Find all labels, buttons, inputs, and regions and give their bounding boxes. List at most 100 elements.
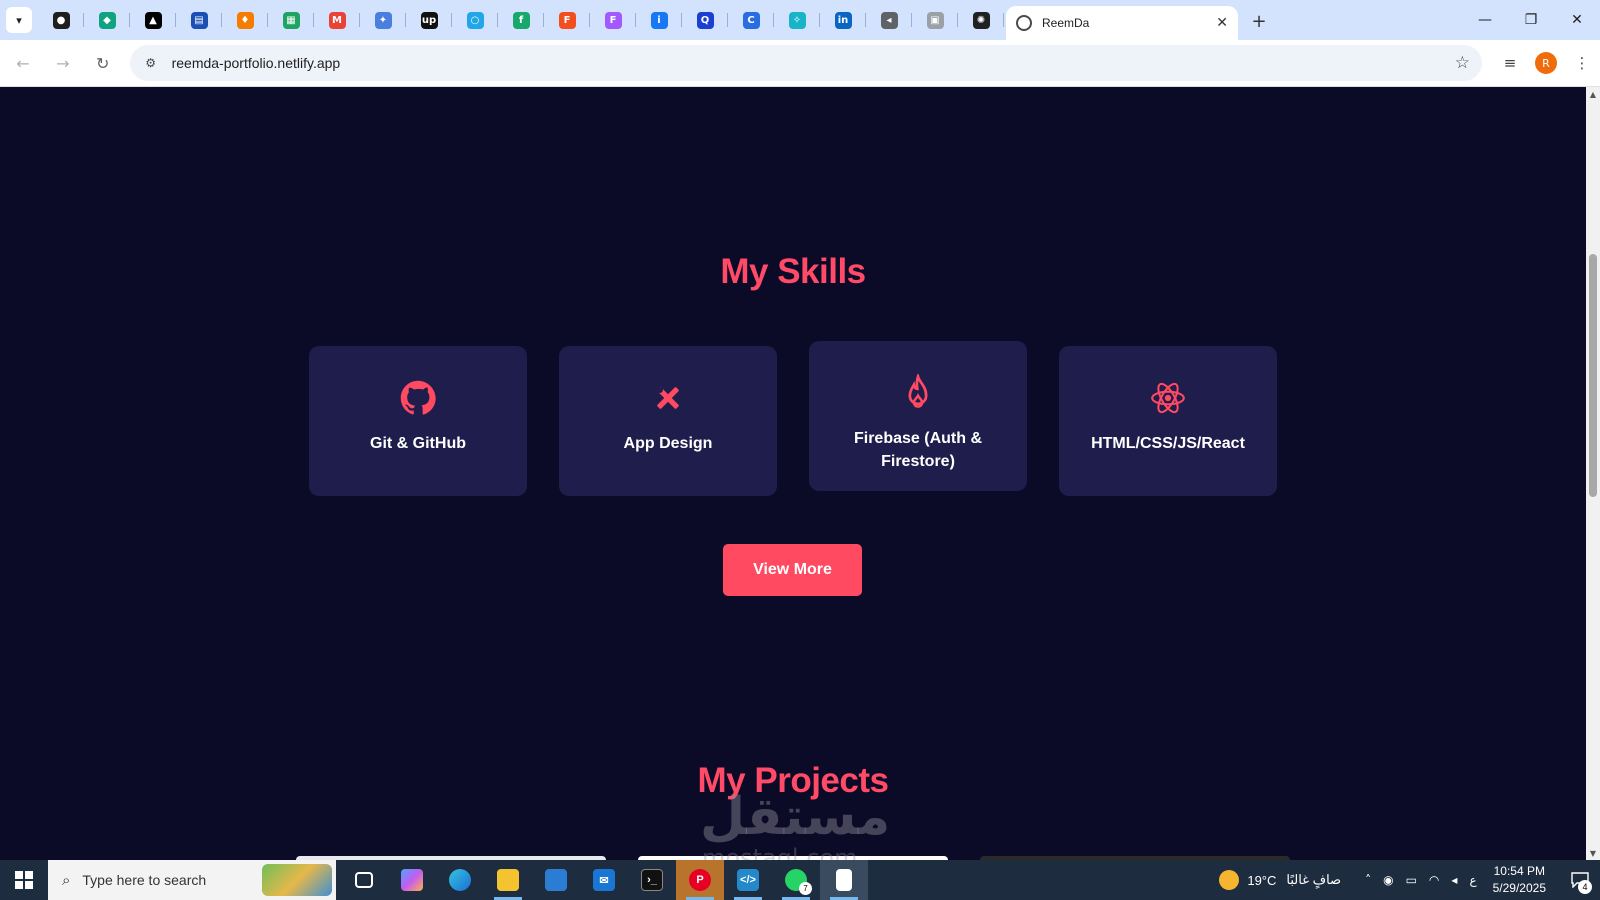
whatsapp-button[interactable]: 7 bbox=[772, 860, 820, 900]
pinned-tab[interactable]: ▦ bbox=[268, 4, 314, 36]
notification-center-button[interactable]: 4 bbox=[1560, 860, 1600, 900]
pinned-tabs: ● ◆ ▲ ▤ ♦ ▦ M ✦ up ○ f F Fi Q C ✧ in ◂ ▣ ✺ bbox=[38, 4, 1004, 36]
q-app-icon: Q bbox=[696, 11, 714, 29]
minimize-button[interactable]: — bbox=[1462, 0, 1508, 40]
site-info-icon[interactable]: ⚙ bbox=[142, 54, 160, 72]
store-icon bbox=[545, 869, 567, 891]
mail-button[interactable]: ✉ bbox=[580, 860, 628, 900]
weather-widget[interactable]: 19°C صافٍ غالبًا bbox=[1219, 870, 1341, 890]
windows-start-button[interactable] bbox=[0, 860, 48, 900]
camera-icon[interactable]: ◉ bbox=[1383, 873, 1393, 887]
sheets-app-icon: ▦ bbox=[282, 11, 300, 29]
linkedin-icon: in bbox=[834, 11, 852, 29]
pinned-tab[interactable]: ♦ bbox=[222, 4, 268, 36]
active-tab[interactable]: ReemDa ✕ bbox=[1006, 6, 1238, 40]
restore-button[interactable]: ❐ bbox=[1508, 0, 1554, 40]
globe-icon bbox=[1016, 15, 1032, 31]
language-indicator[interactable]: ع bbox=[1469, 873, 1476, 887]
scroll-up-icon[interactable]: ▲ bbox=[1586, 87, 1600, 101]
openai-icon: ✺ bbox=[972, 11, 990, 29]
taskbar-search-box[interactable]: ⌕ Type here to search bbox=[48, 860, 336, 900]
react-icon bbox=[1148, 378, 1188, 418]
page-scrollbar[interactable]: ▲ ▼ bbox=[1586, 87, 1600, 860]
notepad-button[interactable] bbox=[820, 860, 868, 900]
profile-button[interactable]: R bbox=[1528, 45, 1564, 81]
vscode-button[interactable]: </> bbox=[724, 860, 772, 900]
search-placeholder: Type here to search bbox=[82, 872, 207, 888]
diamond-app-icon: ◆ bbox=[98, 11, 116, 29]
pinned-tab[interactable]: i bbox=[636, 4, 682, 36]
window-controls: — ❐ ✕ bbox=[1462, 0, 1600, 40]
pinterest-button[interactable]: P bbox=[676, 860, 724, 900]
mail-icon: ✉ bbox=[593, 869, 615, 891]
close-window-button[interactable]: ✕ bbox=[1554, 0, 1600, 40]
notepad-icon bbox=[836, 869, 852, 891]
skill-label: Git & GitHub bbox=[370, 435, 466, 452]
pinterest-icon: P bbox=[689, 869, 711, 891]
pinned-tab[interactable]: ✧ bbox=[774, 4, 820, 36]
scroll-down-icon[interactable]: ▼ bbox=[1586, 846, 1600, 860]
github-icon bbox=[398, 378, 438, 418]
dashboard-app-icon: ▤ bbox=[190, 11, 208, 29]
pinned-tab[interactable]: M bbox=[314, 4, 360, 36]
figma-alt-icon: F bbox=[604, 11, 622, 29]
pinned-tab[interactable]: F bbox=[590, 4, 636, 36]
back-button[interactable]: ← bbox=[6, 46, 40, 80]
menu-kebab-icon[interactable]: ⋮ bbox=[1564, 45, 1600, 81]
whatsapp-badge: 7 bbox=[799, 882, 812, 895]
weather-moon-icon bbox=[1219, 870, 1240, 890]
pinned-tab[interactable]: F bbox=[544, 4, 590, 36]
pinned-tab[interactable]: ▤ bbox=[176, 4, 222, 36]
taskbar-clock[interactable]: 10:54 PM 5/29/2025 bbox=[1493, 863, 1546, 897]
pinned-tab[interactable]: Q bbox=[682, 4, 728, 36]
battery-icon[interactable]: ▭ bbox=[1406, 873, 1417, 887]
url-text[interactable]: reemda-portfolio.netlify.app bbox=[172, 55, 1455, 71]
file-explorer-button[interactable] bbox=[484, 860, 532, 900]
pinned-tab[interactable]: f bbox=[498, 4, 544, 36]
skill-card-firebase: Firebase (Auth & Firestore) bbox=[809, 341, 1027, 491]
copilot-icon bbox=[401, 869, 423, 891]
copilot-button[interactable] bbox=[388, 860, 436, 900]
skill-label: HTML/CSS/JS/React bbox=[1091, 435, 1245, 452]
triangle-app-icon: ▲ bbox=[144, 11, 162, 29]
wifi-icon[interactable]: ◠ bbox=[1429, 873, 1439, 887]
terminal-button[interactable]: ›_ bbox=[628, 860, 676, 900]
tab-search-button[interactable]: ▾ bbox=[6, 7, 32, 33]
windows-logo-icon bbox=[15, 871, 33, 889]
skill-card-app-design: App Design bbox=[559, 346, 777, 496]
avatar: R bbox=[1535, 52, 1557, 74]
address-bar[interactable]: ⚙ reemda-portfolio.netlify.app ☆ bbox=[129, 45, 1482, 81]
pinned-tab[interactable]: ○ bbox=[452, 4, 498, 36]
edge-button[interactable] bbox=[436, 860, 484, 900]
pinned-tab[interactable]: in bbox=[820, 4, 866, 36]
reload-button[interactable]: ↻ bbox=[86, 46, 120, 80]
pinned-tab[interactable]: ◆ bbox=[84, 4, 130, 36]
pinned-tab[interactable]: C bbox=[728, 4, 774, 36]
task-view-icon bbox=[355, 872, 373, 888]
skill-label: Firebase (Auth & Firestore) bbox=[853, 430, 982, 470]
show-hidden-icons-icon[interactable]: ˄ bbox=[1365, 873, 1371, 887]
edge-icon bbox=[449, 869, 471, 891]
pinned-tab[interactable]: ✦ bbox=[360, 4, 406, 36]
media-control-icon[interactable]: ≡ bbox=[1492, 45, 1528, 81]
watermark-url: mostaql.com bbox=[702, 844, 858, 860]
pinned-tab[interactable]: up bbox=[406, 4, 452, 36]
new-tab-button[interactable]: + bbox=[1246, 8, 1272, 34]
task-view-button[interactable] bbox=[340, 860, 388, 900]
scrollbar-thumb[interactable] bbox=[1589, 254, 1597, 497]
pinned-tab[interactable]: ● bbox=[38, 4, 84, 36]
pinned-tab[interactable]: ▲ bbox=[130, 4, 176, 36]
store-button[interactable] bbox=[532, 860, 580, 900]
volume-icon[interactable]: ◂ bbox=[1451, 873, 1457, 887]
bookmark-star-icon[interactable]: ☆ bbox=[1455, 53, 1470, 73]
skill-card-git: Git & GitHub bbox=[309, 346, 527, 496]
forward-button[interactable]: → bbox=[46, 46, 80, 80]
pinned-tab[interactable]: ▣ bbox=[912, 4, 958, 36]
pinned-tab[interactable]: ✺ bbox=[958, 4, 1004, 36]
search-highlight-image bbox=[262, 864, 332, 896]
pinned-tab[interactable]: ◂ bbox=[866, 4, 912, 36]
circle-app-icon: ○ bbox=[466, 11, 484, 29]
view-more-button[interactable]: View More bbox=[723, 544, 862, 596]
close-tab-icon[interactable]: ✕ bbox=[1216, 15, 1228, 31]
notification-count: 4 bbox=[1578, 880, 1592, 894]
